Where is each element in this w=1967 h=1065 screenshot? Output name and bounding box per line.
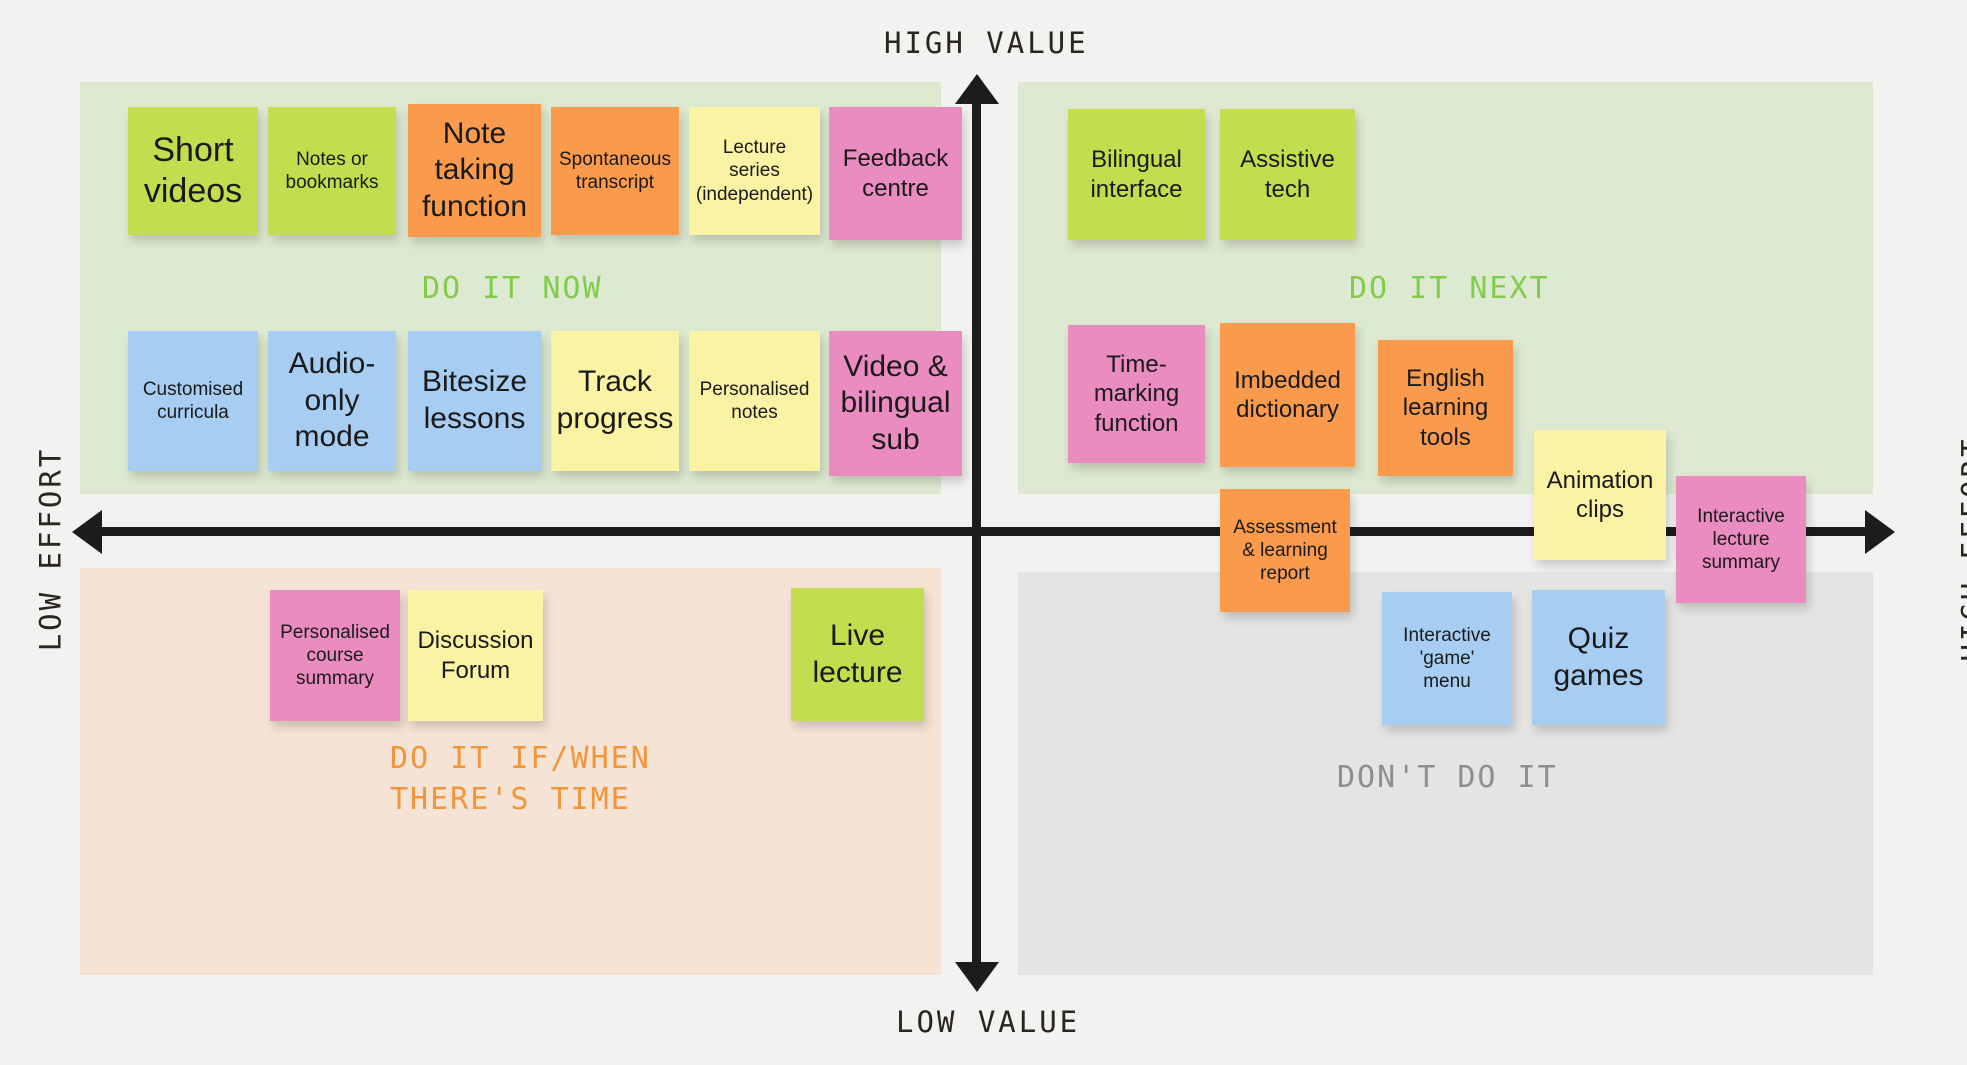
sticky-note[interactable]: Track progress <box>551 331 679 471</box>
arrow-right-icon <box>1865 510 1895 554</box>
sticky-note-label: Live lecture <box>812 618 903 689</box>
sticky-note-label: Personalised course summary <box>280 621 390 690</box>
sticky-note[interactable]: Assessment & learning report <box>1220 489 1350 612</box>
sticky-note[interactable]: Audio- only mode <box>268 331 396 471</box>
sticky-note-label: Customised curricula <box>142 378 244 423</box>
sticky-note-label: English learning tools <box>1402 365 1489 451</box>
sticky-note-label: Interactive 'game' menu <box>1403 624 1491 693</box>
sticky-note-label: Quiz games <box>1553 621 1644 692</box>
quadrant-caption-do-it-if-when: DO IT IF/WHEN THERE'S TIME <box>390 741 651 818</box>
sticky-note-label: Lecture series (independent) <box>695 137 814 205</box>
arrow-left-icon <box>72 510 102 554</box>
sticky-note-label: Track progress <box>556 365 674 435</box>
sticky-note[interactable]: Live lecture <box>791 588 924 721</box>
sticky-note[interactable]: Personalised notes <box>689 331 820 471</box>
sticky-note-label: Video & bilingual sub <box>840 349 951 456</box>
sticky-note[interactable]: Imbedded dictionary <box>1220 323 1355 467</box>
sticky-note[interactable]: Feedback centre <box>829 107 962 240</box>
sticky-note[interactable]: Interactive lecture summary <box>1676 476 1806 603</box>
axis-label-high-effort: HIGH EFFORT <box>1955 436 1967 662</box>
sticky-note[interactable]: Animation clips <box>1534 430 1666 560</box>
sticky-note-label: Notes or bookmarks <box>285 148 379 193</box>
quadrant-caption-do-it-now: DO IT NOW <box>422 271 603 306</box>
sticky-note[interactable]: Spontaneous transcript <box>551 107 679 235</box>
sticky-note[interactable]: Time- marking function <box>1068 325 1205 463</box>
sticky-note[interactable]: Short videos <box>128 107 258 235</box>
quadrant-caption-dont-do-it: DON'T DO IT <box>1337 760 1558 795</box>
sticky-note-label: Time- marking function <box>1093 351 1180 437</box>
sticky-note-label: Bitesize lessons <box>421 365 528 435</box>
sticky-note-label: Spontaneous transcript <box>559 148 671 193</box>
sticky-note[interactable]: Lecture series (independent) <box>689 107 820 235</box>
sticky-note[interactable]: Bilingual interface <box>1068 109 1205 240</box>
quadrant-caption-do-it-next: DO IT NEXT <box>1349 271 1550 306</box>
sticky-note-label: Imbedded dictionary <box>1234 366 1341 423</box>
sticky-note-label: Feedback centre <box>842 145 949 202</box>
sticky-note[interactable]: Note taking function <box>408 104 541 237</box>
sticky-note[interactable]: Personalised course summary <box>270 590 400 721</box>
sticky-note[interactable]: Bitesize lessons <box>408 331 541 471</box>
sticky-note-label: Note taking function <box>421 116 528 223</box>
sticky-note-label: Assistive tech <box>1240 146 1335 203</box>
axis-label-low-value: LOW VALUE <box>896 1005 1081 1039</box>
sticky-note[interactable]: Interactive 'game' menu <box>1382 592 1512 725</box>
sticky-note[interactable]: Video & bilingual sub <box>829 331 962 476</box>
axis-label-high-value: HIGH VALUE <box>884 26 1089 60</box>
arrow-down-icon <box>955 962 999 992</box>
prioritisation-matrix-board: HIGH VALUE LOW VALUE LOW EFFORT HIGH EFF… <box>0 0 1967 1065</box>
sticky-note-label: Interactive lecture summary <box>1697 505 1785 574</box>
sticky-note[interactable]: Discussion Forum <box>408 590 543 721</box>
sticky-note-label: Discussion Forum <box>417 627 534 684</box>
sticky-note-label: Audio- only mode <box>288 347 376 454</box>
sticky-note[interactable]: Customised curricula <box>128 331 258 471</box>
sticky-note-label: Bilingual interface <box>1090 146 1183 203</box>
sticky-note[interactable]: English learning tools <box>1378 340 1513 476</box>
sticky-note[interactable]: Notes or bookmarks <box>268 107 396 235</box>
sticky-note-label: Animation clips <box>1546 466 1654 523</box>
sticky-note-label: Personalised notes <box>699 378 810 423</box>
axis-label-low-effort: LOW EFFORT <box>33 446 68 652</box>
sticky-note-label: Assessment & learning report <box>1233 516 1337 585</box>
sticky-note-label: Short videos <box>143 130 243 210</box>
sticky-note[interactable]: Assistive tech <box>1220 109 1355 240</box>
sticky-note[interactable]: Quiz games <box>1532 590 1665 725</box>
arrow-up-icon <box>955 74 999 104</box>
